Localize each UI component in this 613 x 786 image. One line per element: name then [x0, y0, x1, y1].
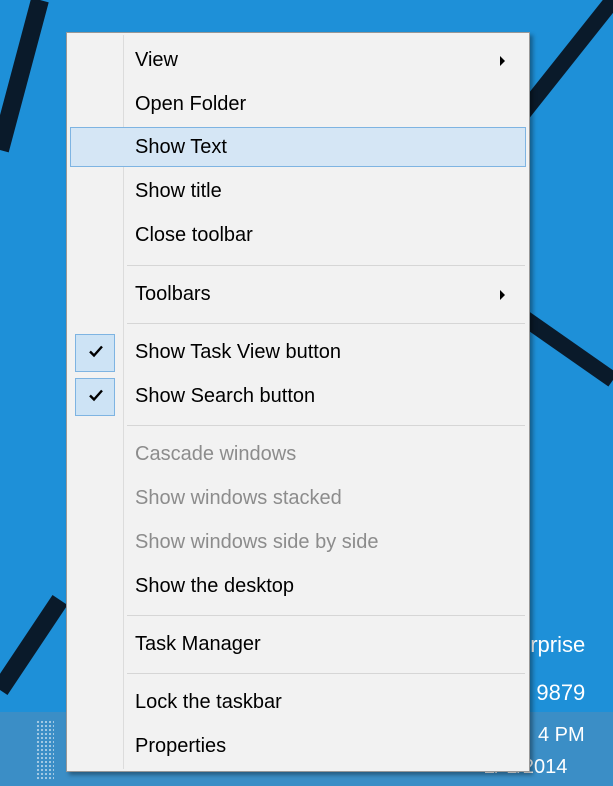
- menu-separator: [127, 265, 525, 266]
- wallpaper-line: [0, 0, 49, 153]
- menu-item-show-task-view-button[interactable]: Show Task View button: [70, 332, 526, 372]
- taskbar-context-menu: View Open Folder Show Text Show title Cl…: [66, 32, 530, 772]
- menu-separator: [127, 615, 525, 616]
- menu-item-label: Show title: [135, 180, 222, 202]
- menu-separator: [127, 323, 525, 324]
- menu-item-task-manager[interactable]: Task Manager: [70, 624, 526, 664]
- menu-item-close-toolbar[interactable]: Close toolbar: [70, 215, 526, 255]
- menu-item-label: Properties: [135, 735, 227, 757]
- menu-item-show-search-button[interactable]: Show Search button: [70, 376, 526, 416]
- menu-item-label: Show windows stacked: [135, 487, 342, 509]
- menu-item-label: Task Manager: [135, 633, 261, 655]
- submenu-arrow-icon: [500, 290, 505, 300]
- checked-box: [75, 334, 115, 372]
- menu-item-lock-taskbar[interactable]: Lock the taskbar: [70, 682, 526, 722]
- menu-item-show-windows-stacked: Show windows stacked: [70, 478, 526, 518]
- menu-separator: [127, 425, 525, 426]
- menu-item-show-windows-side-by-side: Show windows side by side: [70, 522, 526, 562]
- menu-item-view[interactable]: View: [70, 40, 526, 80]
- menu-item-properties[interactable]: Properties: [70, 726, 526, 766]
- submenu-arrow-icon: [500, 56, 505, 66]
- menu-item-label: Open Folder: [135, 93, 247, 115]
- checkmark-icon: [89, 389, 103, 402]
- menu-item-label: Show Text: [135, 136, 227, 158]
- menu-item-open-folder[interactable]: Open Folder: [70, 84, 526, 124]
- menu-item-label: Lock the taskbar: [135, 691, 282, 713]
- checkmark-icon: [89, 345, 103, 358]
- menu-item-label: Show Search button: [135, 385, 316, 407]
- menu-item-label: Toolbars: [135, 283, 211, 305]
- menu-item-show-title[interactable]: Show title: [70, 171, 526, 211]
- menu-item-label: Show Task View button: [135, 341, 342, 363]
- menu-item-label: Show windows side by side: [135, 531, 379, 553]
- menu-item-label: Cascade windows: [135, 443, 297, 465]
- menu-item-label: View: [135, 49, 178, 71]
- checked-box: [75, 378, 115, 416]
- clock-time[interactable]: 4 PM: [538, 724, 585, 747]
- wallpaper-line: [0, 595, 68, 695]
- menu-item-show-text[interactable]: Show Text: [70, 127, 526, 167]
- menu-item-show-desktop[interactable]: Show the desktop: [70, 566, 526, 606]
- menu-item-toolbars[interactable]: Toolbars: [70, 274, 526, 314]
- menu-separator: [127, 673, 525, 674]
- menu-item-label: Close toolbar: [135, 224, 253, 246]
- taskbar-gripper-icon[interactable]: [36, 720, 54, 780]
- menu-item-label: Show the desktop: [135, 575, 294, 597]
- menu-item-cascade-windows: Cascade windows: [70, 434, 526, 474]
